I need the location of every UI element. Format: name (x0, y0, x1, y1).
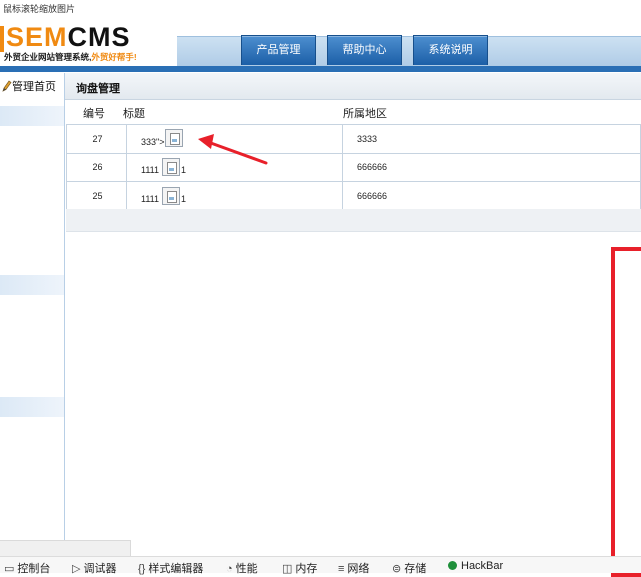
devtools-tab-hackbar[interactable]: HackBar (448, 560, 503, 572)
table-row[interactable]: 26 1111 1 666666 (66, 153, 641, 182)
sidebar-section-band (0, 106, 64, 126)
logo-title: SEMCMS (6, 22, 131, 52)
debugger-icon: ▷ (72, 563, 81, 575)
tab-system-info[interactable]: 系统说明 (413, 35, 488, 65)
cell-title[interactable]: 1111 1 (127, 182, 343, 211)
devtools-tab-storage[interactable]: ⊜ 存储 (392, 560, 426, 576)
main-title-bar (65, 73, 641, 100)
cell-title-text: 1111 (141, 194, 160, 204)
devtools-tab-label: 内存 (295, 563, 318, 575)
logo-tagline-text: 外贸企业网站管理系统, (4, 52, 92, 62)
column-header-title: 标题 (123, 108, 145, 120)
cell-title-suffix: 1 (181, 194, 187, 204)
devtools-tab-label: 控制台 (17, 563, 51, 575)
sidebar (0, 73, 65, 542)
cell-id-text: 27 (92, 134, 103, 144)
nav-underline (0, 66, 641, 72)
cell-title-text: 1111 (141, 165, 160, 175)
logo-sem-text: SEM (6, 22, 68, 52)
devtools-tab-label: 性能 (235, 563, 258, 575)
sidebar-item-label: 管理首页 (12, 81, 56, 93)
logo-mark (0, 26, 4, 52)
broken-image-icon (162, 158, 180, 176)
cell-region-text: 666666 (357, 162, 388, 172)
devtools-tab-memory[interactable]: ◫ 内存 (282, 560, 317, 576)
broken-image-icon (165, 129, 183, 147)
cell-title-suffix: 1 (181, 165, 187, 175)
cell-region-text: 666666 (357, 191, 388, 201)
column-header-region: 所属地区 (343, 108, 387, 120)
sidebar-item-home[interactable]: 管理首页 (0, 73, 64, 101)
logo[interactable]: SEMCMS 外贸企业网站管理系统,外贸好帮手! (0, 22, 175, 64)
page-title: 询盘管理 (76, 83, 120, 95)
devtools-tab-network[interactable]: ≡ 网络 (338, 560, 369, 576)
network-icon: ≡ (338, 563, 345, 575)
logo-tagline: 外贸企业网站管理系统,外贸好帮手! (4, 51, 137, 63)
logo-cms-text: CMS (67, 22, 131, 52)
storage-icon: ⊜ (392, 563, 402, 575)
page-caption: 鼠标滚轮缩放图片 (3, 4, 76, 14)
performance-icon: ◔ (226, 563, 233, 575)
devtools-tab-performance[interactable]: ◔ 性能 (226, 560, 258, 576)
annotation-highlight-box (611, 247, 641, 577)
logo-tagline-highlight: 外贸好帮手! (91, 52, 137, 62)
cell-id: 27 (66, 125, 127, 154)
cell-region: 666666 (343, 182, 641, 211)
devtools-tab-style-editor[interactable]: {} 样式编辑器 (138, 560, 203, 576)
cell-region: 3333 (343, 125, 641, 154)
sidebar-section-band (0, 397, 64, 417)
memory-icon: ◫ (282, 563, 293, 575)
devtools-resize-strip (0, 540, 131, 557)
hackbar-icon (448, 561, 457, 570)
tab-product-management[interactable]: 产品管理 (241, 35, 316, 65)
devtools-tab-label: 网络 (347, 563, 370, 575)
devtools-tab-label: 存储 (404, 563, 427, 575)
style-editor-icon: {} (138, 563, 146, 575)
console-icon: ▭ (4, 563, 15, 575)
cell-region-text: 3333 (357, 134, 378, 144)
devtools-tab-label: HackBar (461, 560, 504, 572)
devtools-tab-debugger[interactable]: ▷ 调试器 (72, 560, 116, 576)
table-footer (66, 209, 641, 232)
cell-title-text: 333"> (141, 137, 165, 147)
cell-id: 26 (66, 153, 127, 182)
annotation-arrow-icon (198, 134, 268, 165)
broken-image-icon (162, 187, 180, 205)
sidebar-section-band (0, 275, 64, 295)
cell-id-text: 26 (92, 162, 103, 172)
table-row[interactable]: 25 1111 1 666666 (66, 182, 641, 211)
devtools-tab-label: 样式编辑器 (148, 563, 204, 575)
tab-help-center[interactable]: 帮助中心 (327, 35, 402, 65)
cell-id: 25 (66, 182, 127, 211)
table-row[interactable]: 27 333"> 3333 (66, 124, 641, 154)
table-header: 编号 标题 所属地区 (66, 104, 641, 124)
column-header-id: 编号 (83, 108, 105, 120)
devtools-tab-label: 调试器 (83, 563, 117, 575)
cell-id-text: 25 (92, 191, 103, 201)
devtools-tab-console[interactable]: ▭ 控制台 (4, 560, 50, 576)
cell-region: 666666 (343, 153, 641, 182)
